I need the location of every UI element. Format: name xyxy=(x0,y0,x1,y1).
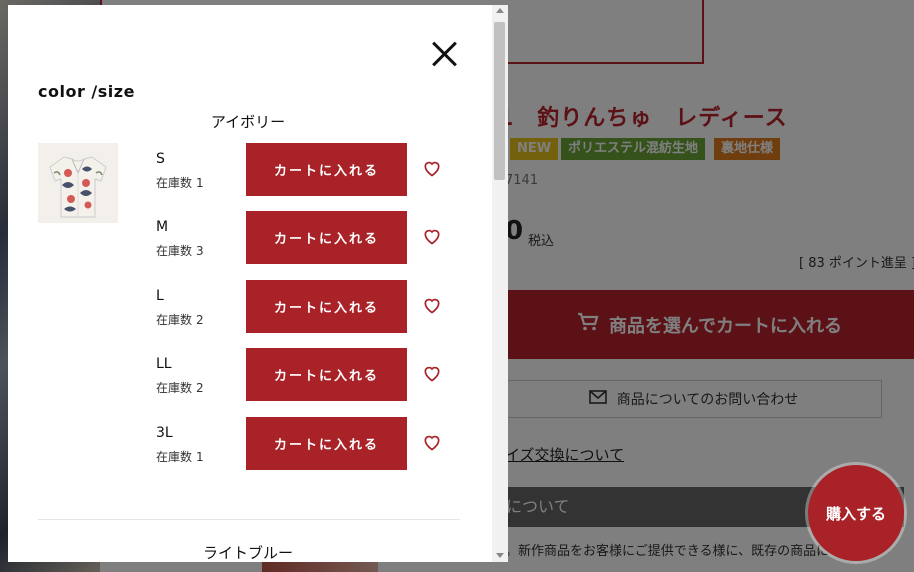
size-row-ll: LL 在庫数 2 カートに入れる xyxy=(156,348,456,402)
heart-icon[interactable] xyxy=(422,432,442,452)
size-label: 3L xyxy=(156,425,173,441)
size-label: L xyxy=(156,288,164,304)
modal-title: color /size xyxy=(38,82,135,101)
scroll-thumb[interactable] xyxy=(494,22,505,180)
add-to-cart-button[interactable]: カートに入れる xyxy=(246,417,407,470)
scroll-down-arrow-icon[interactable] xyxy=(496,553,504,558)
size-label: S xyxy=(156,151,165,167)
stock-count: 在庫数 1 xyxy=(156,450,204,464)
add-to-cart-button[interactable]: カートに入れる xyxy=(246,348,407,401)
heart-icon[interactable] xyxy=(422,295,442,315)
stock-count: 在庫数 2 xyxy=(156,313,204,327)
size-row-l: L 在庫数 2 カートに入れる xyxy=(156,280,456,334)
close-icon[interactable] xyxy=(431,40,459,68)
color-size-modal: color /size アイボリー S 在庫数 1 カートに入れる M 在庫数 3 … xyxy=(8,5,508,562)
product-thumbnail xyxy=(38,143,118,223)
add-to-cart-button[interactable]: カートに入れる xyxy=(246,211,407,264)
size-label: M xyxy=(156,219,169,235)
size-label: LL xyxy=(156,356,172,372)
heart-icon[interactable] xyxy=(422,363,442,383)
stock-count: 在庫数 1 xyxy=(156,176,204,190)
color-name-ivory: アイボリー xyxy=(210,113,286,131)
heart-icon[interactable] xyxy=(422,158,442,178)
scroll-up-arrow-icon[interactable] xyxy=(496,8,504,13)
stock-count: 在庫数 2 xyxy=(156,381,204,395)
modal-scrollbar[interactable] xyxy=(492,5,508,562)
add-to-cart-button[interactable]: カートに入れる xyxy=(246,143,407,196)
buy-button[interactable]: 購入する xyxy=(808,465,904,561)
stock-count: 在庫数 3 xyxy=(156,244,204,258)
size-row-s: S 在庫数 1 カートに入れる xyxy=(156,143,456,197)
size-row-3l: 3L 在庫数 1 カートに入れる xyxy=(156,417,456,471)
add-to-cart-button[interactable]: カートに入れる xyxy=(246,280,407,333)
heart-icon[interactable] xyxy=(422,226,442,246)
size-row-m: M 在庫数 3 カートに入れる xyxy=(156,211,456,265)
divider xyxy=(38,519,460,520)
color-name-lightblue: ライトブルー xyxy=(202,544,293,562)
